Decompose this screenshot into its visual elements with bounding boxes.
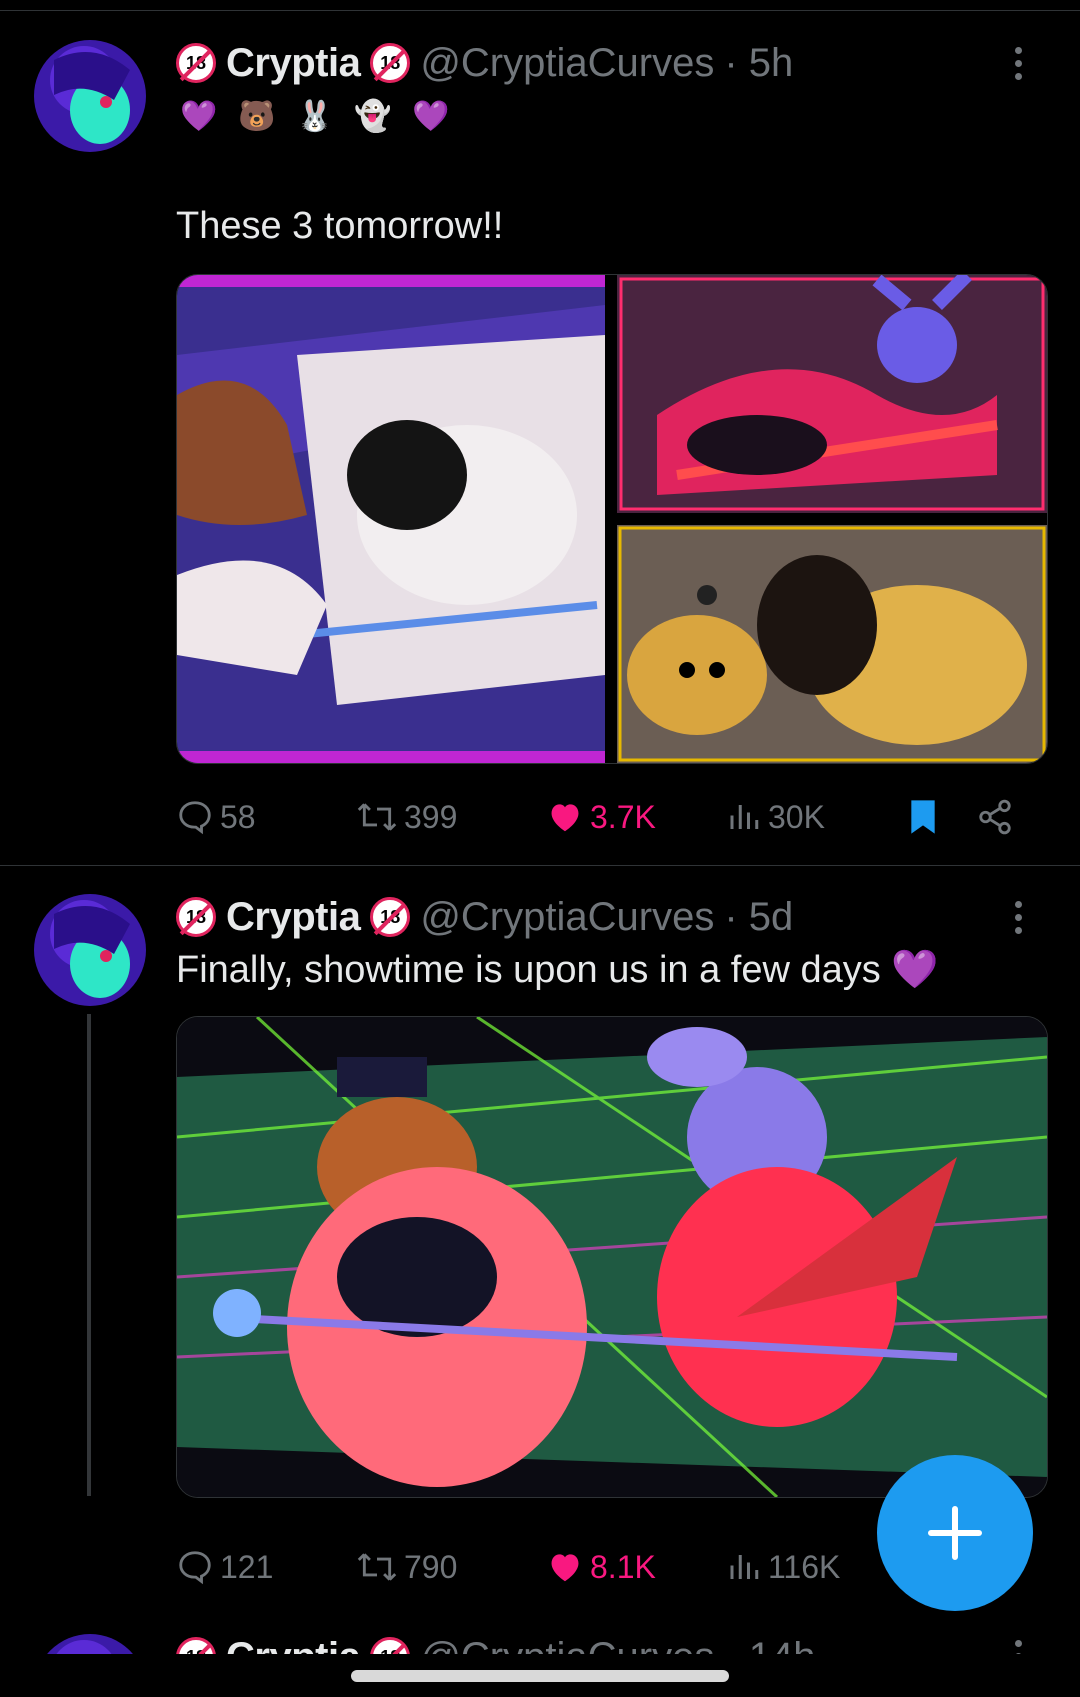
reply-button[interactable]: 121 — [176, 1548, 356, 1586]
display-name[interactable]: Cryptia — [226, 895, 361, 940]
repost-button[interactable]: 790 — [356, 1548, 546, 1586]
user-handle[interactable]: @CryptiaCurves — [420, 1635, 714, 1655]
age-restricted-icon: 18 — [176, 43, 216, 83]
compose-post-button[interactable] — [877, 1455, 1033, 1611]
media-grid — [176, 274, 1048, 764]
purple-heart-icon: 💜 — [180, 99, 218, 133]
age-restricted-icon: 18 — [176, 897, 216, 937]
user-handle[interactable]: @CryptiaCurves — [420, 895, 714, 940]
like-button[interactable]: 8.1K — [546, 1548, 726, 1586]
age-restricted-icon: 18 — [370, 43, 411, 83]
analytics-icon — [730, 805, 759, 829]
rabbit-face-icon: 🐰 — [296, 99, 334, 133]
post-text: These 3 tomorrow!! — [176, 205, 504, 247]
plus-icon — [928, 1506, 982, 1560]
timestamp[interactable]: · 14h — [724, 1635, 815, 1655]
timestamp[interactable]: · 5d — [724, 895, 793, 940]
media-image[interactable] — [176, 1016, 1048, 1498]
post-header: 18 Cryptia 18 @CryptiaCurves · 5d — [176, 892, 793, 942]
display-name[interactable]: Cryptia — [226, 41, 361, 86]
bear-face-icon: 🐻 — [238, 99, 276, 133]
user-handle[interactable]: @CryptiaCurves — [420, 41, 714, 86]
view-count: 30K — [768, 798, 825, 835]
heart-filled-icon — [551, 804, 579, 832]
like-count: 8.1K — [590, 1548, 656, 1585]
media-image-3[interactable] — [617, 525, 1047, 763]
post-3[interactable]: 18 Cryptia 18 @CryptiaCurves · 14h — [0, 1630, 1080, 1654]
repost-button[interactable]: 399 — [356, 798, 546, 836]
avatar[interactable] — [34, 894, 146, 1006]
analytics-icon — [730, 1555, 759, 1579]
emoji-row: 💜 🐻 🐰 👻 💜 — [176, 93, 454, 139]
bookmark-filled-icon — [911, 800, 935, 834]
view-count: 116K — [768, 1548, 841, 1585]
age-restricted-icon: 18 — [176, 1637, 216, 1654]
avatar[interactable] — [34, 1634, 146, 1654]
more-options-icon[interactable] — [998, 1636, 1038, 1654]
share-icon — [979, 799, 1011, 835]
reply-icon — [179, 1551, 211, 1585]
ghost-icon: 👻 — [354, 99, 392, 133]
like-count: 3.7K — [590, 798, 656, 835]
reply-button[interactable]: 58 — [176, 798, 356, 836]
bookmark-button[interactable] — [906, 797, 976, 837]
post-header: 18 Cryptia 18 @CryptiaCurves · 5h — [176, 38, 793, 88]
repost-icon — [357, 803, 397, 831]
media-image-1[interactable] — [177, 275, 605, 763]
like-button[interactable]: 3.7K — [546, 798, 726, 836]
views-button[interactable]: 30K — [726, 798, 906, 836]
home-indicator[interactable] — [351, 1670, 729, 1682]
purple-heart-icon: 💜 — [412, 99, 450, 133]
repost-count: 399 — [404, 798, 458, 835]
post-header: 18 Cryptia 18 @CryptiaCurves · 14h — [176, 1632, 816, 1654]
timestamp[interactable]: · 5h — [724, 41, 793, 86]
share-button[interactable] — [976, 798, 1014, 836]
media-image-2[interactable] — [617, 275, 1047, 513]
repost-count: 790 — [404, 1548, 458, 1585]
reply-icon — [179, 801, 211, 835]
thread-line — [87, 1014, 91, 1496]
heart-filled-icon — [551, 1554, 579, 1582]
display-name[interactable]: Cryptia — [226, 1635, 361, 1655]
repost-icon — [357, 1553, 397, 1581]
avatar[interactable] — [34, 40, 146, 152]
more-options-icon[interactable] — [998, 43, 1038, 83]
age-restricted-icon: 18 — [370, 1637, 411, 1654]
post-1[interactable]: 18 Cryptia 18 @CryptiaCurves · 5h 💜 🐻 🐰 … — [0, 0, 1080, 865]
action-bar: 58 399 3.7K 30K — [176, 792, 1036, 842]
more-options-icon[interactable] — [998, 897, 1038, 937]
reply-count: 121 — [220, 1548, 274, 1585]
age-restricted-icon: 18 — [370, 897, 411, 937]
reply-count: 58 — [220, 798, 256, 835]
post-text: Finally, showtime is upon us in a few da… — [176, 949, 939, 991]
